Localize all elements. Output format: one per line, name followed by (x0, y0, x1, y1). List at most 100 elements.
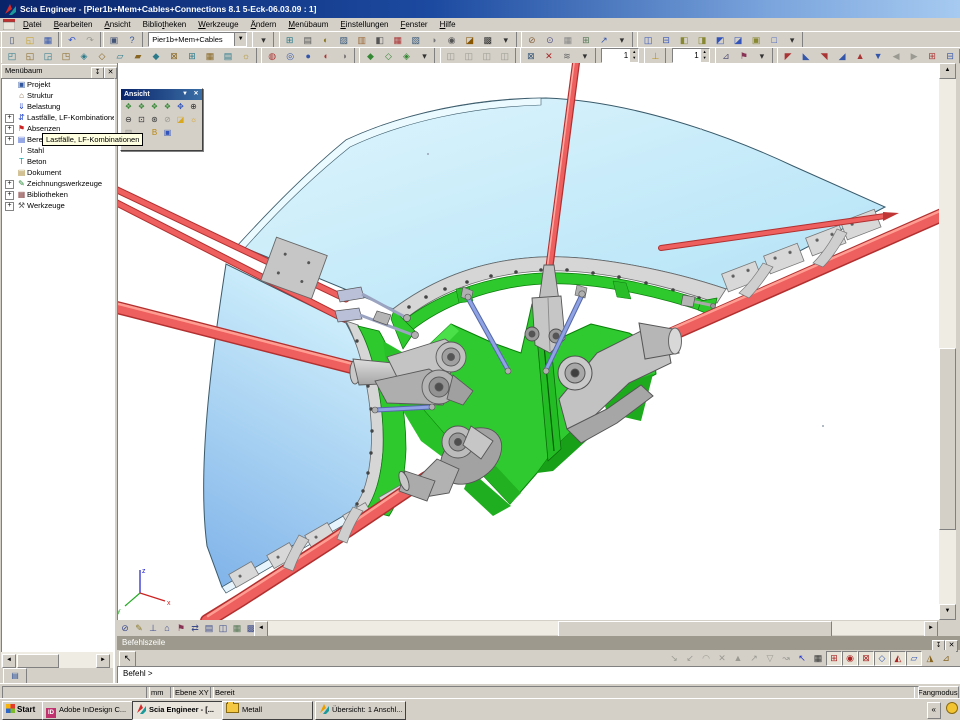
model-viewport[interactable]: z x y (117, 63, 940, 620)
window-layout-6-icon[interactable]: ◪ (729, 33, 747, 48)
zoom-out-icon[interactable]: ⊖ (122, 113, 135, 127)
erase-more-arrow-icon[interactable]: ▾ (576, 49, 594, 64)
lightbulb-icon[interactable]: ☼ (187, 113, 200, 127)
start-button[interactable]: Start (2, 701, 43, 720)
split-window-2-icon[interactable]: ◫ (460, 49, 478, 64)
scroll-down-icon[interactable]: ▼ (939, 604, 956, 620)
more-arrow-icon[interactable]: ▾ (613, 33, 631, 48)
expand-icon[interactable]: + (5, 136, 14, 145)
beam-label-icon[interactable]: ⌂ (160, 621, 174, 636)
node-label-icon[interactable]: ⊥ (146, 621, 160, 636)
help-icon[interactable]: ? (123, 33, 141, 48)
menu-menbaum[interactable]: Menübaum (282, 18, 334, 31)
zoom-window-icon[interactable]: ⊡ (135, 113, 148, 127)
scroll-up-icon[interactable]: ▲ (939, 63, 956, 79)
more-tools-arrow-icon[interactable]: ▾ (497, 33, 515, 48)
menu-hilfe[interactable]: Hilfe (434, 18, 462, 31)
window-layout-1-icon[interactable]: ◫ (639, 33, 657, 48)
render-icon[interactable]: ⊠ (165, 49, 183, 64)
marks-icon[interactable]: ◈ (397, 49, 415, 64)
sidebar-hscrollbar[interactable]: ◄ ► (1, 652, 113, 668)
snap-midpoint-icon[interactable]: ↙ (682, 651, 698, 666)
delete-icon[interactable]: ✕ (540, 49, 558, 64)
document-icon[interactable]: ▩ (479, 33, 497, 48)
scale-link-icon[interactable]: ⊥ (646, 49, 664, 64)
gallery-icon[interactable]: ◪ (461, 33, 479, 48)
table-icon[interactable]: ▦ (389, 33, 407, 48)
window-layout-4-icon[interactable]: ◨ (693, 33, 711, 48)
scroll-left-icon[interactable]: ◄ (254, 621, 268, 637)
select-clipboard-icon[interactable]: ⊘ (523, 33, 541, 48)
profile-table-icon[interactable]: ▧ (407, 33, 425, 48)
sidebar-item-stahl[interactable]: IStahl (2, 145, 114, 156)
view-z-icon[interactable]: ◳ (57, 49, 75, 64)
project-combo[interactable]: Pier1b+Mem+Cables▼ (148, 32, 247, 47)
render-mode-icon[interactable]: ◫ (216, 621, 230, 636)
hscroll-thumb[interactable] (558, 621, 832, 637)
scroll-right-icon[interactable]: ► (924, 621, 938, 637)
case-up-icon[interactable]: ▲ (851, 49, 869, 64)
title-bar[interactable]: Scia Engineer - [Pier1b+Mem+Cables+Conne… (0, 0, 960, 18)
load-next-icon[interactable]: ◥ (815, 49, 833, 64)
layout-more-arrow-icon[interactable]: ▾ (783, 33, 801, 48)
abc-label-icon[interactable]: ▤ (202, 621, 216, 636)
taskbar-task-1[interactable]: IDAdobe InDesign C... (42, 701, 133, 720)
viewport-vscrollbar[interactable]: ▲ ▼ (939, 63, 956, 620)
command-panel-header[interactable]: Befehlszeile ↧✕ (117, 636, 960, 650)
spinner-arrows-icon[interactable]: ▲▼ (630, 49, 638, 62)
cursor-mode-icon[interactable]: ↖ (119, 651, 136, 667)
snap-ortho-icon[interactable]: ◇ (874, 651, 890, 666)
sidebar-item-bibliotheken[interactable]: +▦Bibliotheken (2, 189, 114, 200)
hidden-line-icon[interactable]: ◆ (147, 49, 165, 64)
new-file-icon[interactable]: ▯ (3, 33, 21, 48)
view-dir-x-icon[interactable]: ❖ (122, 100, 135, 114)
snap-inter-icon[interactable]: ◭ (890, 651, 906, 666)
print-preview-icon[interactable]: ◐ (317, 33, 335, 48)
case-grid-icon[interactable]: ⊟ (941, 49, 959, 64)
vscroll-thumb[interactable] (939, 348, 956, 530)
checker-icon[interactable]: ▦ (230, 621, 244, 636)
sidebar-item-zeichnungswerkzeuge[interactable]: +✎Zeichnungswerkzeuge (2, 178, 114, 189)
redo-icon[interactable]: ↷ (81, 33, 99, 48)
activity-more-arrow-icon[interactable]: ▾ (753, 49, 771, 64)
print-icon[interactable]: ▤ (299, 33, 317, 48)
snap-line-icon[interactable]: ↝ (778, 651, 794, 666)
snap-up-icon[interactable]: ▲ (730, 651, 746, 666)
render-wire-icon[interactable]: ◍ (263, 49, 281, 64)
combi-prev-icon[interactable]: ◀ (887, 49, 905, 64)
zoom-all-icon[interactable]: ⊛ (148, 113, 161, 127)
ansicht-titlebar[interactable]: Ansicht ▼ ✕ (121, 89, 202, 100)
mdi-child-icon[interactable] (3, 19, 15, 30)
window-layout-2-icon[interactable]: ⊟ (657, 33, 675, 48)
load-last-icon[interactable]: ◢ (833, 49, 851, 64)
grid-settings-icon[interactable]: ▦ (559, 33, 577, 48)
render-shade-icon[interactable]: ◎ (281, 49, 299, 64)
sidebar-item-projekt[interactable]: ▣Projekt (2, 79, 114, 90)
snap-endpoint-icon[interactable]: ↘ (666, 651, 682, 666)
labels-more-arrow-icon[interactable]: ▾ (415, 49, 433, 64)
tree-tab[interactable]: ▤ (3, 668, 27, 684)
cursor-snap-icon[interactable]: ↖ (794, 651, 810, 666)
combo-dropdown-icon[interactable]: ▼ (234, 33, 246, 46)
expand-icon[interactable]: + (5, 202, 14, 211)
snap-arc-icon[interactable]: ◠ (698, 651, 714, 666)
render-ghost-icon[interactable]: ◑ (335, 49, 353, 64)
save-icon[interactable]: ▦ (39, 33, 57, 48)
taskbar-task-4[interactable]: Übersicht: 1 Anschl... (315, 701, 406, 720)
numbers-icon[interactable]: ◇ (379, 49, 397, 64)
perspective-icon[interactable]: ⊞ (183, 49, 201, 64)
grid-snap-icon[interactable]: ▦ (810, 651, 826, 666)
view-y-icon[interactable]: ◲ (39, 49, 57, 64)
sidebar-header[interactable]: Menübaum ↧✕ (1, 64, 119, 79)
scroll-left-icon[interactable]: ◄ (2, 654, 16, 668)
new-window-icon[interactable]: ▣ (105, 33, 123, 48)
scroll-right-icon[interactable]: ► (96, 654, 110, 668)
view-rotate-icon[interactable]: ✥ (174, 100, 187, 114)
window-layout-5-icon[interactable]: ◩ (711, 33, 729, 48)
chevron-down-icon[interactable]: ▼ (180, 90, 190, 99)
menu-werkzeuge[interactable]: Werkzeuge (192, 18, 244, 31)
menu-bearbeiten[interactable]: Bearbeiten (48, 18, 99, 31)
search-icon[interactable]: ◉ (443, 33, 461, 48)
surfaces-icon[interactable]: ▤ (219, 49, 237, 64)
expand-icon[interactable]: + (5, 125, 14, 134)
